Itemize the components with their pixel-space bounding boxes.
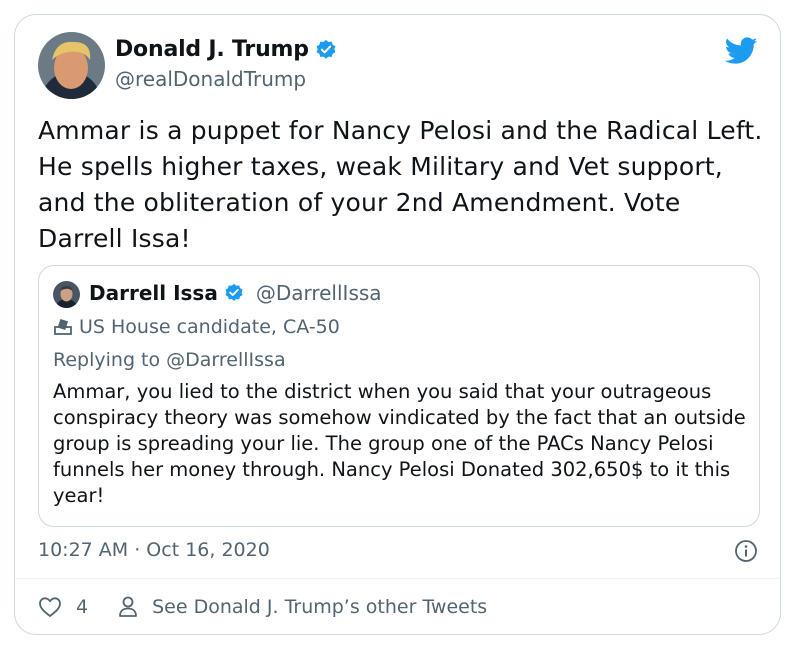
see-other-tweets-link[interactable]: See Donald J. Trump’s other Tweets xyxy=(152,596,487,618)
twitter-bird-icon[interactable] xyxy=(724,37,758,65)
quoted-author-handle[interactable]: @DarrellIssa xyxy=(256,281,382,305)
candidate-label-text: US House candidate, CA-50 xyxy=(79,316,340,338)
verified-badge-icon xyxy=(224,283,244,303)
divider xyxy=(15,578,780,579)
author-avatar[interactable] xyxy=(38,32,105,99)
candidate-label: US House candidate, CA-50 xyxy=(53,316,340,338)
replying-to: Replying to @DarrellIssa xyxy=(53,349,286,371)
verified-badge-icon xyxy=(315,39,337,61)
heart-icon[interactable] xyxy=(38,596,62,618)
person-icon[interactable] xyxy=(118,595,138,619)
quoted-author[interactable]: Darrell Issa @DarrellIssa xyxy=(89,281,382,305)
info-icon[interactable] xyxy=(734,539,758,563)
tweet-text: Ammar is a puppet for Nancy Pelosi and t… xyxy=(38,116,763,253)
like-count[interactable]: 4 xyxy=(76,596,88,618)
tweet-actions: 4 See Donald J. Trump’s other Tweets xyxy=(38,595,487,619)
quoted-author-avatar[interactable] xyxy=(53,281,80,308)
author-name[interactable]: Donald J. Trump xyxy=(115,37,337,62)
quoted-author-name[interactable]: Darrell Issa xyxy=(89,281,218,305)
quoted-tweet-text: Ammar, you lied to the district when you… xyxy=(53,380,746,507)
ballot-box-icon xyxy=(54,318,72,335)
quoted-tweet[interactable]: Darrell Issa @DarrellIssa US House candi… xyxy=(38,265,760,527)
tweet-timestamp[interactable]: 10:27 AM · Oct 16, 2020 xyxy=(38,539,270,561)
author-name-text[interactable]: Donald J. Trump xyxy=(115,37,309,62)
tweet-card: Donald J. Trump @realDonaldTrump Ammar i… xyxy=(14,14,781,635)
author-handle[interactable]: @realDonaldTrump xyxy=(115,67,306,91)
